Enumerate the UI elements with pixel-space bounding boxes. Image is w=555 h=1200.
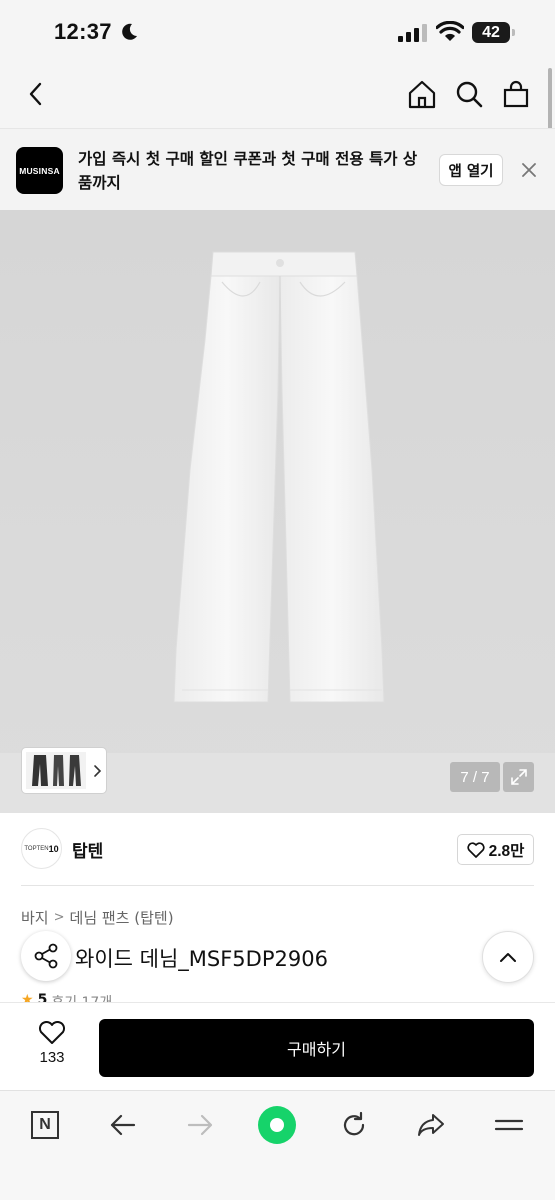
thumbnail-button[interactable] <box>22 748 106 793</box>
musinsa-logo: MUSINSA <box>16 147 63 194</box>
moon-icon <box>122 23 137 40</box>
close-promo-button[interactable] <box>518 159 540 181</box>
buy-button[interactable]: 구매하기 <box>99 1019 534 1077</box>
cart-button[interactable] <box>498 76 534 112</box>
thumbnail-image <box>26 752 86 789</box>
brand-logo-big-text: 10 <box>48 843 59 854</box>
battery-tip <box>512 29 515 36</box>
signal-icon <box>398 24 427 42</box>
breadcrumb-category[interactable]: 바지 <box>21 907 49 928</box>
breadcrumb-subcategory[interactable]: 데님 팬츠 (탑텐) <box>70 907 174 928</box>
breadcrumb: 바지 > 데님 팬츠 (탑텐) <box>21 907 174 928</box>
back-icon <box>29 82 42 106</box>
brand-like-button[interactable]: 2.8만 <box>457 834 534 865</box>
chevron-right-icon: > <box>53 910 65 925</box>
promo-message: 가입 즉시 첫 구매 할인 쿠폰과 첫 구매 전용 특가 상품까지 <box>78 150 418 192</box>
product-title: 와이드 데님_MSF5DP2906 <box>75 947 328 971</box>
home-icon <box>408 80 436 109</box>
scroll-top-button[interactable] <box>482 931 534 983</box>
status-time: 12:37 <box>54 19 112 44</box>
browser-toolbar: N <box>0 1090 555 1200</box>
refresh-icon <box>343 1111 365 1136</box>
top-nav-bar <box>0 62 555 128</box>
battery-indicator: 42 <box>472 22 516 43</box>
naver-home-button[interactable]: N <box>27 1107 63 1143</box>
wishlist-button[interactable]: 133 <box>25 1021 79 1075</box>
status-bar: 12:37 42 <box>0 0 555 62</box>
bag-icon <box>503 80 529 108</box>
home-button[interactable] <box>404 76 440 112</box>
menu-icon <box>494 1119 524 1131</box>
browser-back-button[interactable] <box>105 1107 141 1143</box>
refresh-button[interactable] <box>336 1107 372 1143</box>
open-app-button[interactable]: 앱 열기 <box>439 154 503 186</box>
arrow-left-icon <box>110 1114 136 1136</box>
share-arrow-icon <box>418 1114 444 1136</box>
brand-logo[interactable]: TOPTEN 10 <box>21 828 62 869</box>
browser-menu-button[interactable] <box>491 1107 527 1143</box>
product-photo <box>173 251 385 703</box>
product-image-carousel[interactable]: 7 / 7 <box>0 210 555 813</box>
browser-forward-button[interactable] <box>182 1107 218 1143</box>
search-icon <box>456 81 483 108</box>
close-icon <box>522 163 536 177</box>
brand-name[interactable]: 탑텐 <box>72 837 103 862</box>
app-promo-banner: MUSINSA 가입 즉시 첫 구매 할인 쿠폰과 첫 구매 전용 특가 상품까… <box>0 128 555 210</box>
image-counter: 7 / 7 <box>450 762 500 792</box>
chevron-up-icon <box>500 953 516 962</box>
heart-icon <box>38 1021 66 1044</box>
battery-level: 42 <box>472 22 510 43</box>
chevron-right-icon <box>94 764 102 777</box>
brand-logo-small-text: TOPTEN <box>24 845 49 852</box>
share-button[interactable] <box>21 931 71 981</box>
scroll-indicator[interactable] <box>548 68 552 134</box>
wifi-icon <box>436 21 464 41</box>
divider <box>21 885 534 886</box>
browser-share-button[interactable] <box>413 1107 449 1143</box>
expand-icon <box>510 769 527 785</box>
share-icon <box>34 943 58 969</box>
search-button[interactable] <box>451 76 487 112</box>
expand-button[interactable] <box>503 762 534 792</box>
arrow-right-icon <box>187 1114 213 1136</box>
green-dot-button[interactable] <box>258 1106 296 1144</box>
brand-row: TOPTEN 10 탑텐 2.8만 <box>0 813 555 886</box>
green-dot-icon <box>270 1118 284 1132</box>
purchase-bar: 133 구매하기 <box>0 1002 555 1090</box>
heart-icon <box>467 841 485 858</box>
naver-icon: N <box>31 1111 59 1139</box>
back-button[interactable] <box>18 76 54 112</box>
brand-like-count: 2.8만 <box>488 842 525 860</box>
wishlist-count: 133 <box>39 1049 65 1066</box>
